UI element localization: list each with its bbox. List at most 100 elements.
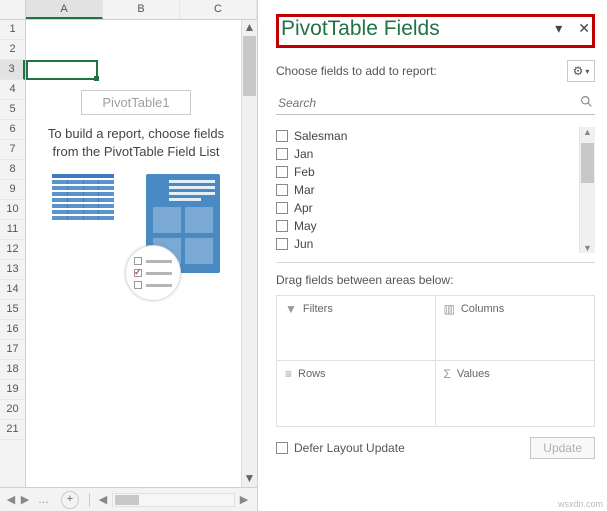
pivottable-placeholder[interactable]: PivotTable1 To build a report, choose fi… [36, 90, 236, 273]
field-label: Mar [294, 183, 315, 197]
update-button[interactable]: Update [530, 437, 595, 459]
defer-label: Defer Layout Update [294, 441, 405, 455]
scroll-thumb[interactable] [243, 36, 256, 96]
field-item-feb[interactable]: Feb [276, 163, 577, 181]
column-header-C[interactable]: C [180, 0, 257, 19]
row-header[interactable]: 4 [0, 80, 25, 100]
row-header[interactable]: 12 [0, 240, 25, 260]
checkbox-icon[interactable] [276, 148, 288, 160]
scroll-down-icon[interactable]: ▼ [583, 243, 592, 253]
tab-overflow-icon[interactable]: … [32, 494, 55, 506]
pivottable-name-box: PivotTable1 [81, 90, 190, 115]
checkbox-icon[interactable] [276, 202, 288, 214]
field-label: Jun [294, 237, 313, 251]
row-header[interactable]: 7 [0, 140, 25, 160]
rows-icon: ≡ [285, 367, 292, 381]
row-header[interactable]: 1 [0, 20, 25, 40]
row-header[interactable]: 21 [0, 420, 25, 440]
grid-vertical-scrollbar[interactable]: ▲ ▼ [241, 20, 257, 487]
fields-pane-subtitle: Choose fields to add to report: [276, 64, 437, 78]
pane-close-icon[interactable]: ✕ [578, 21, 590, 35]
filter-icon: ▼ [285, 302, 297, 316]
columns-icon: ▥ [444, 302, 455, 316]
cells-area[interactable]: PivotTable1 To build a report, choose fi… [26, 20, 257, 487]
values-drop-area[interactable]: Σ Values [436, 361, 595, 426]
column-header-A[interactable]: A [26, 0, 103, 19]
field-item-salesman[interactable]: Salesman [276, 127, 577, 145]
fields-layout-button[interactable]: ⚙▾ [567, 60, 595, 82]
scroll-up-icon[interactable]: ▲ [242, 20, 257, 36]
row-header[interactable]: 10 [0, 200, 25, 220]
area-label: Rows [298, 368, 326, 380]
field-item-jun[interactable]: Jun [276, 235, 577, 253]
row-header[interactable]: 15 [0, 300, 25, 320]
sheet-tab-bar: ◀ ▶ … + ◀ ▶ [0, 487, 257, 511]
row-header[interactable]: 11 [0, 220, 25, 240]
tab-nav-next-icon[interactable]: ▶ [18, 493, 32, 506]
field-item-apr[interactable]: Apr [276, 199, 577, 217]
filters-drop-area[interactable]: ▼Filters [277, 296, 436, 361]
grid-body[interactable]: 1 2 3 4 5 6 7 8 9 10 11 12 13 14 15 16 1… [0, 20, 257, 487]
field-label: Feb [294, 165, 315, 179]
field-item-mar[interactable]: Mar [276, 181, 577, 199]
gear-icon: ⚙ [573, 64, 584, 78]
hscroll-left-icon[interactable]: ◀ [96, 493, 110, 506]
checkbox-icon[interactable] [276, 442, 288, 454]
checkbox-icon[interactable] [276, 130, 288, 142]
fields-pane-header: PivotTable Fields ▾ ✕ [276, 14, 595, 48]
pane-divider[interactable] [276, 253, 595, 263]
active-cell-outline [26, 60, 98, 80]
row-header[interactable]: 8 [0, 160, 25, 180]
hscroll-track[interactable] [112, 493, 235, 507]
scroll-up-icon[interactable]: ▲ [583, 127, 592, 137]
field-label: Salesman [294, 129, 347, 143]
pane-dropdown-icon[interactable]: ▾ [555, 21, 562, 35]
illustration-checkbox-bubble [125, 245, 181, 301]
scroll-thumb[interactable] [581, 143, 594, 183]
fields-list-scrollbar[interactable]: ▲ ▼ [579, 127, 595, 253]
hscroll-thumb[interactable] [115, 495, 139, 505]
fields-pane-footer: Defer Layout Update Update [276, 437, 595, 459]
row-header[interactable]: 9 [0, 180, 25, 200]
rows-drop-area[interactable]: ≡ Rows [277, 361, 436, 426]
area-label: Values [457, 368, 490, 380]
row-header[interactable]: 2 [0, 40, 25, 60]
chevron-down-icon: ▾ [585, 67, 589, 76]
sigma-icon: Σ [444, 367, 451, 381]
row-headers: 1 2 3 4 5 6 7 8 9 10 11 12 13 14 15 16 1… [0, 20, 26, 487]
new-sheet-button[interactable]: + [61, 491, 79, 509]
select-all-corner[interactable] [0, 0, 26, 19]
row-header[interactable]: 16 [0, 320, 25, 340]
checkbox-icon[interactable] [276, 184, 288, 196]
drop-areas: ▼Filters ▥ Columns ≡ Rows Σ Values [276, 295, 595, 427]
row-header[interactable]: 6 [0, 120, 25, 140]
illustration-data-table [52, 174, 114, 222]
horizontal-scrollbar[interactable]: ◀ ▶ [94, 493, 253, 507]
row-header[interactable]: 3 [0, 60, 25, 80]
row-header[interactable]: 5 [0, 100, 25, 120]
row-header[interactable]: 14 [0, 280, 25, 300]
hscroll-right-icon[interactable]: ▶ [237, 493, 251, 506]
row-header[interactable]: 19 [0, 380, 25, 400]
row-header[interactable]: 17 [0, 340, 25, 360]
columns-drop-area[interactable]: ▥ Columns [436, 296, 595, 361]
row-header[interactable]: 20 [0, 400, 25, 420]
scroll-down-icon[interactable]: ▼ [242, 471, 257, 487]
tab-nav-first-icon[interactable]: ◀ [4, 493, 18, 506]
column-header-B[interactable]: B [103, 0, 180, 19]
defer-update-checkbox[interactable]: Defer Layout Update [276, 441, 405, 455]
field-item-may[interactable]: May [276, 217, 577, 235]
checkbox-icon[interactable] [276, 220, 288, 232]
checkbox-icon[interactable] [276, 166, 288, 178]
field-label: Apr [294, 201, 313, 215]
field-item-jan[interactable]: Jan [276, 145, 577, 163]
area-label: Columns [461, 303, 504, 315]
fields-search-input[interactable] [278, 93, 580, 113]
fields-search-box[interactable] [276, 92, 595, 115]
fields-pane-title: PivotTable Fields [281, 17, 440, 41]
checkbox-icon[interactable] [276, 238, 288, 250]
search-icon[interactable] [580, 95, 593, 111]
row-header[interactable]: 13 [0, 260, 25, 280]
pivottable-hint-text: To build a report, choose fields from th… [36, 125, 236, 160]
row-header[interactable]: 18 [0, 360, 25, 380]
